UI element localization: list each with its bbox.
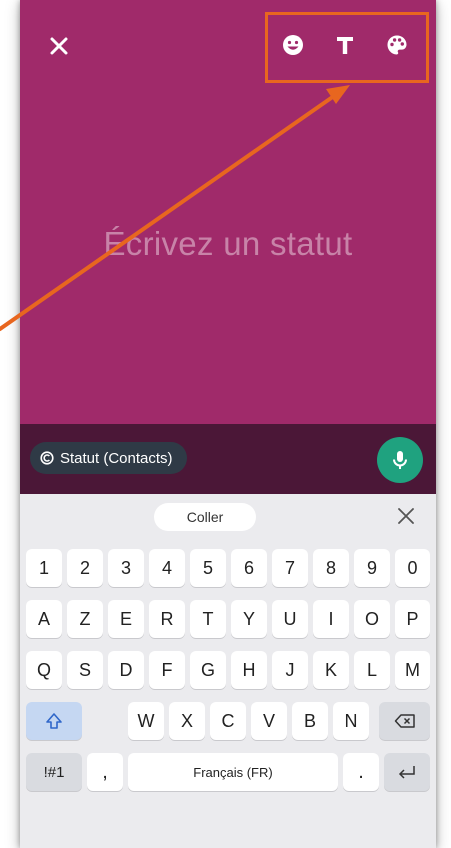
- key-b[interactable]: B: [292, 702, 328, 740]
- letter-row-1: A Z E R T Y U I O P: [26, 600, 430, 638]
- letter-row-2: Q S D F G H J K L M: [26, 651, 430, 689]
- keyboard: Coller 1 2 3 4 5 6 7 8 9 0 A Z E R T Y U…: [20, 494, 436, 848]
- enter-key[interactable]: [384, 753, 430, 791]
- close-icon: [398, 508, 414, 524]
- key-0[interactable]: 0: [395, 549, 430, 587]
- keyboard-close-button[interactable]: [394, 504, 418, 528]
- key-z[interactable]: Z: [67, 600, 103, 638]
- key-s[interactable]: S: [67, 651, 103, 689]
- key-k[interactable]: K: [313, 651, 349, 689]
- enter-arrow-icon: [398, 766, 415, 779]
- key-f[interactable]: F: [149, 651, 185, 689]
- key-3[interactable]: 3: [108, 549, 144, 587]
- status-text-canvas[interactable]: Écrivez un statut: [20, 0, 436, 424]
- close-button[interactable]: [46, 33, 72, 59]
- key-t[interactable]: T: [190, 600, 226, 638]
- key-p[interactable]: P: [395, 600, 430, 638]
- space-key[interactable]: Français (FR): [128, 753, 338, 791]
- bottom-row: !#1 , Français (FR) .: [26, 753, 430, 791]
- audience-chip[interactable]: Statut (Contacts): [30, 442, 187, 474]
- close-icon: [50, 37, 68, 55]
- comma-key[interactable]: ,: [87, 753, 123, 791]
- shift-key[interactable]: [26, 702, 82, 740]
- key-1[interactable]: 1: [26, 549, 62, 587]
- key-q[interactable]: Q: [26, 651, 62, 689]
- audience-label: Statut (Contacts): [60, 449, 173, 467]
- key-2[interactable]: 2: [67, 549, 103, 587]
- key-r[interactable]: R: [149, 600, 185, 638]
- phone-screen: Écrivez un statut Statut (Contacts) Coll…: [20, 0, 436, 848]
- key-l[interactable]: L: [354, 651, 390, 689]
- key-6[interactable]: 6: [231, 549, 267, 587]
- key-i[interactable]: I: [313, 600, 349, 638]
- key-g[interactable]: G: [190, 651, 226, 689]
- paste-button[interactable]: Coller: [154, 503, 256, 531]
- key-v[interactable]: V: [251, 702, 287, 740]
- top-toolbar: [261, 0, 436, 90]
- key-e[interactable]: E: [108, 600, 144, 638]
- key-8[interactable]: 8: [313, 549, 349, 587]
- key-n[interactable]: N: [333, 702, 369, 740]
- backspace-icon: [394, 714, 415, 728]
- keyboard-toolbar: Coller: [20, 494, 436, 538]
- number-row: 1 2 3 4 5 6 7 8 9 0: [26, 549, 430, 587]
- key-h[interactable]: H: [231, 651, 267, 689]
- key-c[interactable]: C: [210, 702, 246, 740]
- key-d[interactable]: D: [108, 651, 144, 689]
- key-u[interactable]: U: [272, 600, 308, 638]
- key-x[interactable]: X: [169, 702, 205, 740]
- key-j[interactable]: J: [272, 651, 308, 689]
- status-privacy-icon: [40, 451, 54, 465]
- shift-arrow-icon: [46, 713, 62, 729]
- letter-row-3: W X C V B N: [26, 702, 430, 740]
- key-4[interactable]: 4: [149, 549, 185, 587]
- key-7[interactable]: 7: [272, 549, 308, 587]
- symbols-key[interactable]: !#1: [26, 753, 82, 791]
- paste-label: Coller: [186, 509, 224, 525]
- key-9[interactable]: 9: [354, 549, 390, 587]
- key-y[interactable]: Y: [231, 600, 267, 638]
- mic-button[interactable]: [377, 437, 423, 483]
- key-m[interactable]: M: [395, 651, 430, 689]
- status-placeholder[interactable]: Écrivez un statut: [20, 225, 436, 263]
- mic-icon: [393, 451, 407, 469]
- highlight-box: [265, 12, 429, 83]
- backspace-key[interactable]: [379, 702, 430, 740]
- period-key[interactable]: .: [343, 753, 379, 791]
- key-5[interactable]: 5: [190, 549, 226, 587]
- key-a[interactable]: A: [26, 600, 62, 638]
- key-w[interactable]: W: [128, 702, 164, 740]
- key-o[interactable]: O: [354, 600, 390, 638]
